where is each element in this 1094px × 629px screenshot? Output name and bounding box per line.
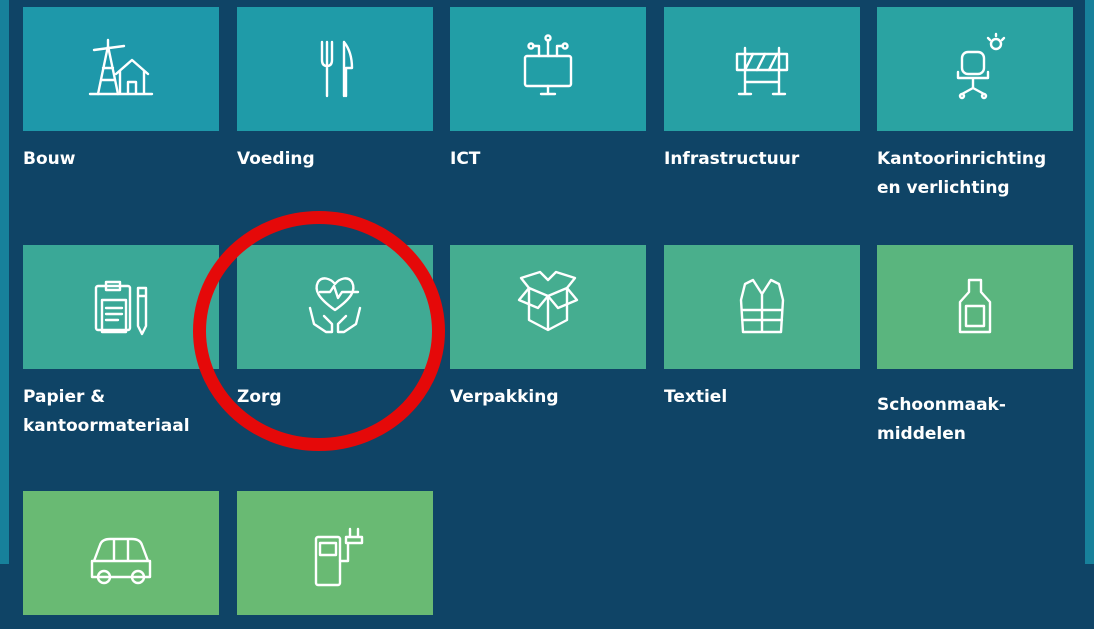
- road-barrier-icon: [735, 46, 789, 96]
- tile-box: [23, 491, 219, 615]
- category-verpakking[interactable]: Verpakking: [450, 245, 646, 412]
- category-car[interactable]: [23, 491, 219, 629]
- tile-box: [237, 245, 433, 369]
- category-schoonmaakmiddelen[interactable]: Schoonmaak- middelen: [877, 245, 1073, 449]
- category-voeding[interactable]: Voeding: [237, 7, 433, 174]
- tile-box: [877, 7, 1073, 131]
- ev-charger-icon: [314, 527, 364, 587]
- heart-hands-icon: [308, 277, 362, 334]
- computer-network-icon: [523, 34, 573, 96]
- category-ev-charger[interactable]: [237, 491, 433, 629]
- frame-left: [0, 0, 9, 564]
- office-chair-lamp-icon: [956, 32, 1006, 100]
- tile-box: [237, 7, 433, 131]
- category-label: Kantoorinrichting en verlichting: [877, 149, 1047, 198]
- cleaning-bottle-icon: [958, 278, 992, 334]
- category-infrastructuur[interactable]: Infrastructuur: [664, 7, 860, 174]
- tile-box: [23, 7, 219, 131]
- category-ict[interactable]: ICT: [450, 7, 646, 174]
- category-label: Infrastructuur: [664, 149, 800, 169]
- frame-right: [1085, 0, 1094, 564]
- category-bouw[interactable]: Bouw: [23, 7, 219, 174]
- box-icon: [517, 270, 579, 332]
- category-label: Schoonmaak- middelen: [877, 395, 1006, 444]
- clipboard-pencil-icon: [94, 280, 148, 336]
- tile-box: [237, 491, 433, 615]
- tile-box: [450, 7, 646, 131]
- category-label: Textiel: [664, 387, 728, 407]
- category-textiel[interactable]: Textiel: [664, 245, 860, 412]
- tile-box: [450, 245, 646, 369]
- tile-box: [664, 7, 860, 131]
- safety-vest-icon: [739, 278, 785, 334]
- category-papier[interactable]: Papier & kantoormateriaal: [23, 245, 219, 441]
- construction-icon: [88, 38, 154, 96]
- tile-box: [23, 245, 219, 369]
- tile-box: [664, 245, 860, 369]
- category-label: Bouw: [23, 149, 76, 169]
- category-kantoorinrichting[interactable]: Kantoorinrichting en verlichting: [877, 7, 1073, 203]
- category-label: Verpakking: [450, 387, 559, 407]
- category-label: ICT: [450, 149, 481, 169]
- category-label: Voeding: [237, 149, 315, 169]
- fork-knife-icon: [320, 40, 354, 98]
- category-label: Papier & kantoormateriaal: [23, 387, 190, 436]
- tile-box: [877, 245, 1073, 369]
- category-label: Zorg: [237, 387, 282, 407]
- car-icon: [90, 537, 152, 585]
- category-zorg[interactable]: Zorg: [237, 245, 433, 412]
